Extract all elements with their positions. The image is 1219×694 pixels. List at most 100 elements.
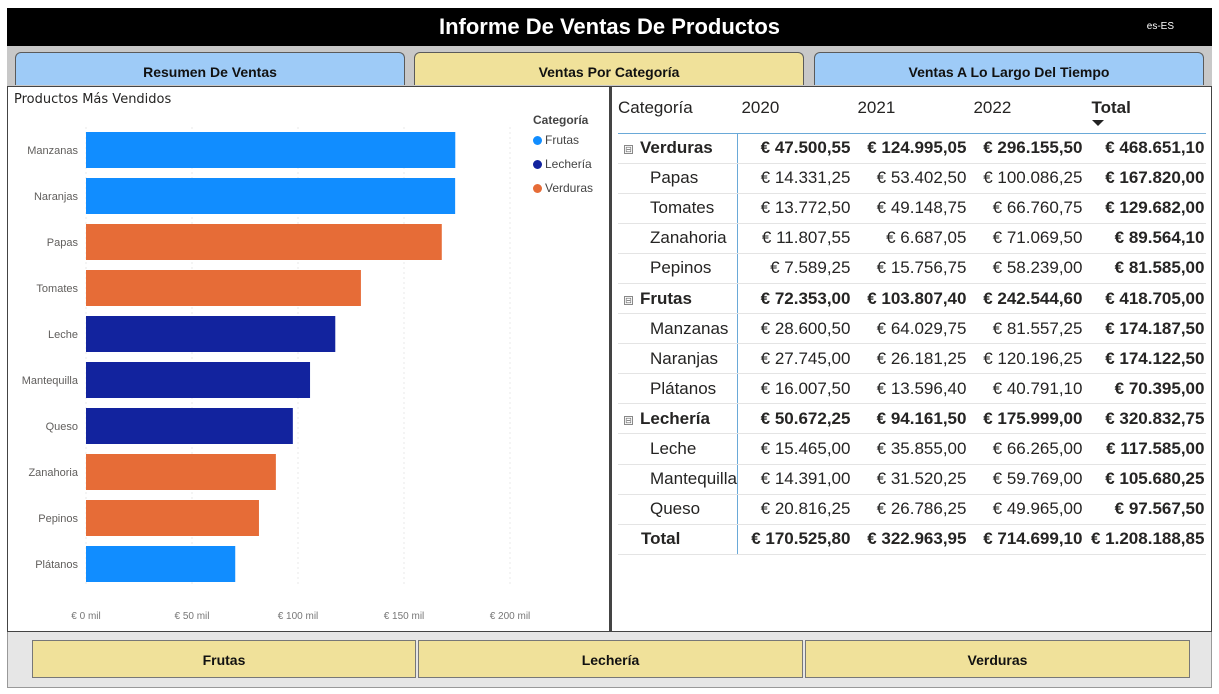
header-2021[interactable]: 2021 [853,93,970,134]
bar-manzanas[interactable] [86,132,456,168]
bar-chart: € 0 mil € 50 mil € 100 mil € 150 mil € 200 m… [22,127,531,622]
product-name: Tomates [618,193,738,224]
tab-label: Resumen De Ventas [143,64,277,80]
header-categoria[interactable]: Categoría [618,93,738,134]
matrix-product-row[interactable]: Zanahoria € 11.807,55 € 6.687,05 € 71.069,5… [618,223,1207,254]
tab-ventas-a-lo-largo-del-tiempo[interactable]: Ventas A Lo Largo Del Tiempo [814,52,1204,85]
x-tick-label: € 50 mil [174,611,209,622]
matrix-product-row[interactable]: Queso € 20.816,25 € 26.786,25 € 49.965,00 € … [618,494,1207,525]
matrix-product-row[interactable]: Manzanas € 28.600,50 € 64.029,75 € 81.557,2… [618,313,1207,345]
value-cell: € 94.161,50 [853,403,970,435]
category-label: Queso [46,421,78,433]
product-name: Plátanos [618,373,738,405]
matrix-product-row[interactable]: Pepinos € 7.589,25 € 15.756,75 € 58.239,00 €… [618,253,1207,284]
bar-zanahoria[interactable] [86,454,276,490]
grand-total-cell: € 1.208.188,85 [1085,524,1207,555]
bar-papas[interactable] [86,224,442,260]
grand-total-cell: € 170.525,80 [736,524,854,555]
value-cell: € 26.181,25 [853,343,970,375]
value-cell: € 296.155,50 [969,133,1086,164]
category-label: Manzanas [27,145,78,157]
value-cell: € 50.672,25 [736,403,854,435]
bar-queso[interactable] [86,408,293,444]
value-cell: € 6.687,05 [853,223,970,254]
matrix-product-row[interactable]: Naranjas € 27.745,00 € 26.181,25 € 120.196,… [618,343,1207,375]
matrix-category-row[interactable]: ⊟ Verduras € 47.500,55 € 124.995,05 € 296.15… [618,133,1207,164]
total-cell: € 418.705,00 [1085,283,1207,315]
value-cell: € 20.816,25 [736,494,854,525]
page-title: Informe De Ventas De Productos [438,14,781,39]
value-cell: € 40.791,10 [969,373,1086,405]
x-tick-label: € 200 mil [490,611,531,622]
total-cell: € 174.187,50 [1085,313,1207,345]
bar-pepinos[interactable] [86,500,259,536]
total-label: Total [618,524,738,555]
filter-button-frutas[interactable]: Frutas [32,640,416,678]
header-2022[interactable]: 2022 [969,93,1086,134]
collapse-icon[interactable]: ⊟ [624,145,633,155]
category-label: Mantequilla [22,375,79,387]
value-cell: € 242.544,60 [969,283,1086,315]
collapse-icon[interactable]: ⊟ [624,415,633,425]
top-products-chart-panel[interactable]: Productos Más Vendidos Categoría Frutas … [7,86,610,632]
value-cell: € 49.148,75 [853,193,970,224]
value-cell: € 28.600,50 [736,313,854,345]
category-label: Leche [48,329,78,341]
product-name: Zanahoria [618,223,738,254]
sales-matrix-panel[interactable]: Categoría 2020 2021 2022 Total ⊟ Verduras… [610,86,1212,632]
category-name: Frutas [640,288,692,308]
value-cell: € 103.807,40 [853,283,970,315]
tab-resumen-de-ventas[interactable]: Resumen De Ventas [15,52,405,85]
total-cell: € 129.682,00 [1085,193,1207,224]
header-2020[interactable]: 2020 [737,93,854,134]
matrix-product-row[interactable]: Plátanos € 16.007,50 € 13.596,40 € 40.791,1… [618,373,1207,405]
filter-button-verduras[interactable]: Verduras [805,640,1190,678]
header-total-label: Total [1091,98,1131,117]
product-name: Pepinos [618,253,738,284]
matrix-product-row[interactable]: Tomates € 13.772,50 € 49.148,75 € 66.760,75… [618,193,1207,224]
value-cell: € 120.196,25 [969,343,1086,375]
filter-button-lecheria[interactable]: Lechería [418,640,803,678]
total-cell: € 105.680,25 [1085,464,1207,495]
value-cell: € 7.589,25 [736,253,854,284]
value-cell: € 35.855,00 [853,433,970,465]
product-name: Papas [618,163,738,194]
category-label: Tomates [36,283,78,295]
tab-ventas-por-categoria[interactable]: Ventas Por Categoría [414,52,804,85]
matrix-body: ⊟ Verduras € 47.500,55 € 124.995,05 € 296.15… [618,133,1207,555]
collapse-icon[interactable]: ⊟ [624,295,633,305]
value-cell: € 13.596,40 [853,373,970,405]
category-label: Papas [47,237,79,249]
header-total[interactable]: Total [1085,93,1207,134]
matrix-header-row: Categoría 2020 2021 2022 Total [618,93,1207,134]
matrix-product-row[interactable]: Papas € 14.331,25 € 53.402,50 € 100.086,25 €… [618,163,1207,194]
value-cell: € 124.995,05 [853,133,970,164]
bar-naranjas[interactable] [86,178,456,214]
value-cell: € 16.007,50 [736,373,854,405]
bar-tomates[interactable] [86,270,361,306]
value-cell: € 72.353,00 [736,283,854,315]
tab-label: Ventas Por Categoría [538,64,680,80]
category-label: Plátanos [35,559,78,571]
matrix-category-row[interactable]: ⊟ Frutas € 72.353,00 € 103.807,40 € 242.544,… [618,283,1207,315]
bar-plátanos[interactable] [86,546,236,582]
value-cell: € 81.557,25 [969,313,1086,345]
product-name: Naranjas [618,343,738,375]
locale-label: es-ES [1146,21,1174,32]
total-cell: € 117.585,00 [1085,433,1207,465]
x-tick-label: € 150 mil [384,611,425,622]
category-label: Zanahoria [28,467,78,479]
bar-leche[interactable] [86,316,336,352]
matrix-product-row[interactable]: Leche € 15.465,00 € 35.855,00 € 66.265,00 € … [618,433,1207,465]
bar-mantequilla[interactable] [86,362,311,398]
value-cell: € 53.402,50 [853,163,970,194]
x-tick-label: € 0 mil [71,611,100,622]
value-cell: € 15.465,00 [736,433,854,465]
total-cell: € 167.820,00 [1085,163,1207,194]
category-cell: ⊟ Lechería [618,403,738,435]
matrix-category-row[interactable]: ⊟ Lechería € 50.672,25 € 94.161,50 € 175.999… [618,403,1207,435]
grand-total-cell: € 714.699,10 [969,524,1086,555]
category-name: Lechería [640,408,710,428]
total-cell: € 81.585,00 [1085,253,1207,284]
matrix-product-row[interactable]: Mantequilla € 14.391,00 € 31.520,25 € 59.76… [618,464,1207,495]
